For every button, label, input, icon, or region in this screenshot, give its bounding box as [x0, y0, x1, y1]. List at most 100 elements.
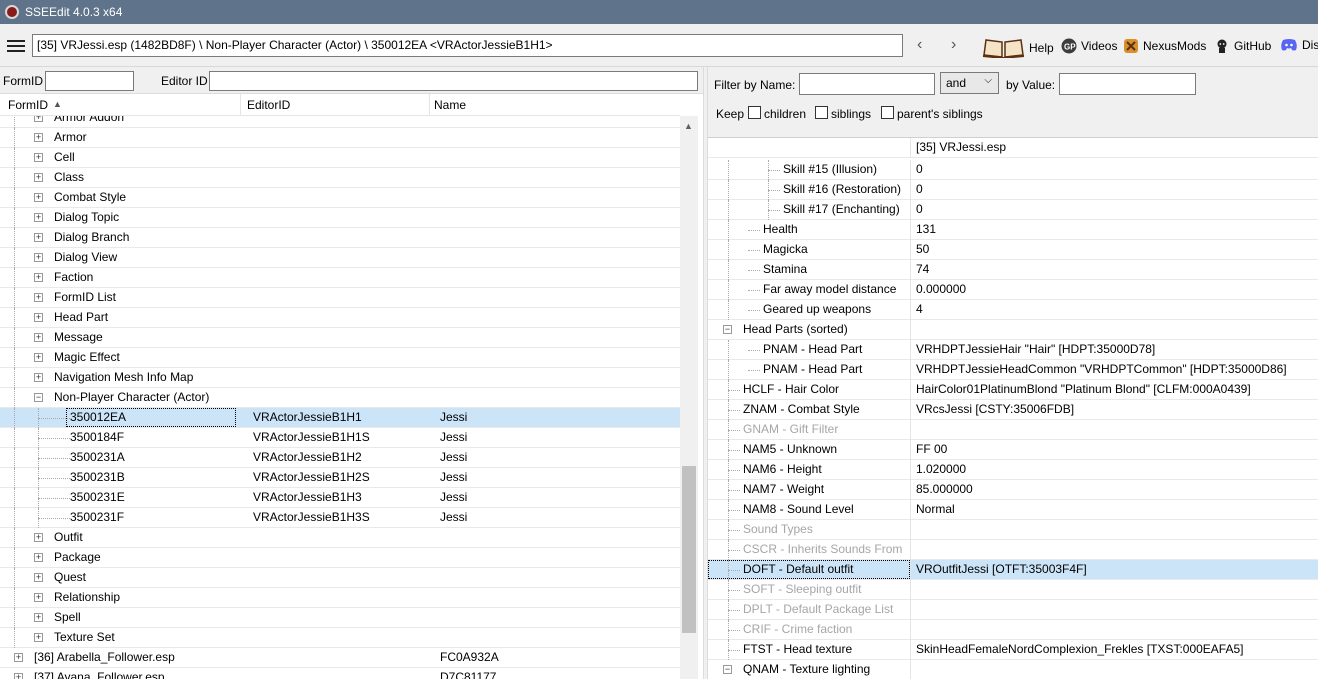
field-label-cell[interactable]: Far away model distance	[708, 280, 910, 299]
field-label-cell[interactable]: CRIF - Crime faction	[708, 620, 910, 639]
column-header-name[interactable]: Name	[434, 98, 466, 112]
tree-group-row[interactable]: + Spell	[0, 608, 680, 628]
record-field-row[interactable]: CRIF - Crime faction	[708, 620, 1318, 640]
record-field-row[interactable]: ZNAM - Combat Style VRcsJessi [CSTY:35006…	[708, 400, 1318, 420]
field-label-cell[interactable]: Magicka	[708, 240, 910, 259]
record-field-row[interactable]: SOFT - Sleeping outfit	[708, 580, 1318, 600]
tree-plugin-row[interactable]: + [36] Arabella_Follower.esp FC0A932A	[0, 648, 680, 668]
keep-siblings-checkbox[interactable]	[815, 106, 828, 119]
keep-parents-siblings-checkbox[interactable]	[881, 106, 894, 119]
expand-icon[interactable]: +	[34, 293, 43, 302]
field-label-cell[interactable]: QNAM - Texture lighting	[708, 660, 910, 679]
collapse-icon[interactable]: −	[34, 393, 43, 402]
tree-record-row[interactable]: 350012EA VRActorJessieB1H1 Jessi	[0, 408, 680, 428]
field-value[interactable]: 85.000000	[916, 480, 973, 499]
tree-group-row[interactable]: + Package	[0, 548, 680, 568]
field-value[interactable]: VRcsJessi [CSTY:35006FDB]	[916, 400, 1074, 419]
tree-group-row[interactable]: − Non-Player Character (Actor)	[0, 388, 680, 408]
record-field-row[interactable]: Geared up weapons 4	[708, 300, 1318, 320]
field-label-cell[interactable]: PNAM - Head Part	[708, 340, 910, 359]
tree-group-row[interactable]: + Head Part	[0, 308, 680, 328]
field-value[interactable]: 131	[916, 220, 936, 239]
field-label-cell[interactable]: DOFT - Default outfit	[708, 560, 910, 579]
filter-value-input[interactable]	[1059, 73, 1196, 95]
field-value[interactable]: SkinHeadFemaleNordComplexion_Frekles [TX…	[916, 640, 1243, 659]
record-field-row[interactable]: − QNAM - Texture lighting	[708, 660, 1318, 679]
tree-record-row[interactable]: 3500231A VRActorJessieB1H2 Jessi	[0, 448, 680, 468]
filter-name-input[interactable]	[799, 73, 935, 95]
expand-icon[interactable]: +	[34, 253, 43, 262]
tree-group-row[interactable]: + Class	[0, 168, 680, 188]
field-label-cell[interactable]: HCLF - Hair Color	[708, 380, 910, 399]
tree-record-row[interactable]: 3500184F VRActorJessieB1H1S Jessi	[0, 428, 680, 448]
record-field-row[interactable]: Health 131	[708, 220, 1318, 240]
editorid-filter-input[interactable]	[209, 71, 698, 91]
field-value[interactable]: FF 00	[916, 440, 947, 459]
expand-icon[interactable]: +	[14, 673, 23, 679]
keep-parents-siblings-label[interactable]: parent's siblings	[897, 107, 983, 121]
expand-icon[interactable]: +	[34, 233, 43, 242]
record-field-row[interactable]: CSCR - Inherits Sounds From	[708, 540, 1318, 560]
tree-record-row[interactable]: 3500231F VRActorJessieB1H3S Jessi	[0, 508, 680, 528]
record-field-row[interactable]: Skill #16 (Restoration) 0	[708, 180, 1318, 200]
field-label-cell[interactable]: NAM8 - Sound Level	[708, 500, 910, 519]
expand-icon[interactable]: +	[34, 593, 43, 602]
record-field-row[interactable]: NAM7 - Weight 85.000000	[708, 480, 1318, 500]
field-value[interactable]: VRHDPTJessieHeadCommon "VRHDPTCommon" [H…	[916, 360, 1287, 379]
expand-icon[interactable]: +	[34, 193, 43, 202]
tree-group-row[interactable]: + FormID List	[0, 288, 680, 308]
field-value[interactable]: 0.000000	[916, 280, 966, 299]
scrollbar-thumb[interactable]	[682, 466, 696, 633]
field-label-cell[interactable]: NAM5 - Unknown	[708, 440, 910, 459]
tree-group-row[interactable]: + Armor Addon	[0, 116, 680, 128]
field-label-cell[interactable]: NAM6 - Height	[708, 460, 910, 479]
tree-plugin-row[interactable]: + [37] Ayana_Follower.esp D7C81177	[0, 668, 680, 679]
keep-siblings-label[interactable]: siblings	[831, 107, 871, 121]
tree-record-row[interactable]: 3500231B VRActorJessieB1H2S Jessi	[0, 468, 680, 488]
expand-icon[interactable]: +	[34, 553, 43, 562]
tree-group-row[interactable]: + Cell	[0, 148, 680, 168]
scroll-up-icon[interactable]: ▲	[684, 121, 693, 131]
filter-operator-select[interactable]: and ⌵	[940, 72, 999, 94]
record-field-row[interactable]: Sound Types	[708, 520, 1318, 540]
menu-icon[interactable]	[7, 40, 25, 52]
tree-group-row[interactable]: + Quest	[0, 568, 680, 588]
column-header-editorid[interactable]: EditorID	[247, 98, 290, 112]
expand-icon[interactable]: +	[34, 153, 43, 162]
field-value[interactable]: HairColor01PlatinumBlond "Platinum Blond…	[916, 380, 1251, 399]
field-label-cell[interactable]: PNAM - Head Part	[708, 360, 910, 379]
expand-icon[interactable]: +	[34, 313, 43, 322]
tree-record-row[interactable]: 3500231E VRActorJessieB1H3 Jessi	[0, 488, 680, 508]
expand-icon[interactable]: +	[34, 373, 43, 382]
expand-icon[interactable]: +	[34, 116, 43, 122]
expand-icon[interactable]: +	[14, 653, 23, 662]
expand-icon[interactable]: +	[34, 273, 43, 282]
tree-group-row[interactable]: + Dialog Branch	[0, 228, 680, 248]
keep-children-label[interactable]: children	[764, 107, 806, 121]
field-value[interactable]: Normal	[916, 500, 955, 519]
record-field-row[interactable]: DPLT - Default Package List	[708, 600, 1318, 620]
tree-group-row[interactable]: + Dialog Topic	[0, 208, 680, 228]
videos-link[interactable]: GP Videos	[1061, 38, 1117, 54]
expand-icon[interactable]: +	[34, 533, 43, 542]
nexusmods-link[interactable]: NexusMods	[1123, 38, 1206, 54]
back-button[interactable]: ‹	[917, 36, 922, 54]
field-value[interactable]: VROutfitJessi [OTFT:35003F4F]	[916, 560, 1087, 579]
field-value[interactable]: 4	[916, 300, 923, 319]
field-label-cell[interactable]: GNAM - Gift Filter	[708, 420, 910, 439]
record-field-row[interactable]: NAM6 - Height 1.020000	[708, 460, 1318, 480]
record-field-row[interactable]: PNAM - Head Part VRHDPTJessieHair "Hair" …	[708, 340, 1318, 360]
column-header-formid[interactable]: FormID	[8, 98, 48, 112]
field-value[interactable]: 0	[916, 180, 923, 199]
expand-icon[interactable]: +	[34, 173, 43, 182]
record-field-row[interactable]: HCLF - Hair Color HairColor01PlatinumBlon…	[708, 380, 1318, 400]
record-field-row[interactable]: Skill #17 (Enchanting) 0	[708, 200, 1318, 220]
tree-group-row[interactable]: + Message	[0, 328, 680, 348]
field-value[interactable]: 74	[916, 260, 929, 279]
record-field-row[interactable]: GNAM - Gift Filter	[708, 420, 1318, 440]
expand-icon[interactable]: +	[34, 133, 43, 142]
record-field-row[interactable]: Stamina 74	[708, 260, 1318, 280]
column-divider[interactable]	[429, 94, 430, 115]
tree-group-row[interactable]: + Dialog View	[0, 248, 680, 268]
record-field-row[interactable]: − Head Parts (sorted)	[708, 320, 1318, 340]
